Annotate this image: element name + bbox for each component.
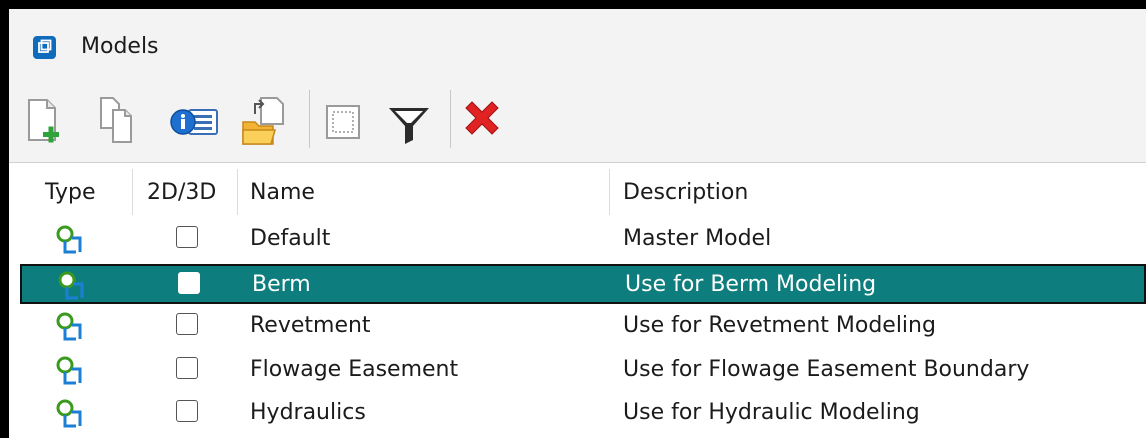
- column-header-type[interactable]: Type: [45, 179, 96, 207]
- models-app-icon: [33, 36, 56, 59]
- model-row[interactable]: Default Master Model: [9, 220, 1146, 260]
- model-type-icon: [56, 356, 82, 385]
- window-title: Models: [81, 34, 159, 59]
- select-button[interactable]: [319, 88, 371, 152]
- model-row[interactable]: Flowage Easement Use for Flowage Easemen…: [9, 351, 1146, 391]
- model-name: Default: [250, 226, 331, 251]
- copy-pages-icon: [100, 97, 132, 143]
- column-header-2d3d[interactable]: 2D/3D: [147, 179, 216, 207]
- model-name: Hydraulics: [250, 400, 366, 425]
- model-type-icon: [56, 399, 82, 428]
- 2d3d-checkbox[interactable]: [176, 313, 198, 335]
- new-page-plus-icon: [28, 99, 59, 143]
- import-button[interactable]: [237, 88, 289, 152]
- model-row[interactable]: Hydraulics Use for Hydraulic Modeling: [9, 394, 1146, 434]
- column-header-description[interactable]: Description: [623, 179, 748, 207]
- filter-button[interactable]: [383, 88, 435, 152]
- red-x-icon: [465, 101, 499, 135]
- toolbar-separator: [309, 90, 310, 148]
- 2d3d-checkbox[interactable]: [176, 400, 198, 422]
- properties-button[interactable]: [167, 88, 219, 152]
- model-row[interactable]: Revetment Use for Revetment Modeling: [9, 307, 1146, 347]
- funnel-icon: [389, 108, 429, 144]
- info-list-icon: [170, 109, 218, 135]
- model-name: Revetment: [250, 313, 371, 338]
- model-description: Use for Hydraulic Modeling: [623, 400, 920, 425]
- column-divider[interactable]: [132, 169, 133, 215]
- model-description: Use for Berm Modeling: [625, 272, 877, 297]
- 2d3d-checkbox[interactable]: [176, 357, 198, 379]
- model-description: Use for Flowage Easement Boundary: [623, 357, 1030, 382]
- model-description: Use for Revetment Modeling: [623, 313, 936, 338]
- model-type-icon: [56, 225, 82, 254]
- models-dialog: Models Type 2D/3D Name Description Defau…: [9, 9, 1146, 438]
- title-bar: Models: [9, 9, 1146, 82]
- model-name: Flowage Easement: [250, 357, 459, 382]
- folder-import-icon: [242, 97, 284, 145]
- delete-button[interactable]: [458, 88, 510, 152]
- copy-model-button[interactable]: [95, 88, 147, 152]
- table-header: Type 2D/3D Name Description: [9, 163, 1146, 219]
- create-model-button[interactable]: [19, 88, 71, 152]
- model-type-icon: [58, 271, 84, 300]
- model-name: Berm: [252, 272, 311, 297]
- 2d3d-checkbox[interactable]: [178, 272, 200, 294]
- model-description: Master Model: [623, 226, 772, 251]
- model-row-selected[interactable]: Berm Use for Berm Modeling: [20, 264, 1146, 304]
- 2d3d-checkbox[interactable]: [176, 226, 198, 248]
- selection-rect-icon: [326, 105, 360, 139]
- column-divider[interactable]: [237, 169, 238, 215]
- model-type-icon: [56, 312, 82, 341]
- toolbar-separator: [450, 90, 451, 148]
- toolbar: [9, 82, 1146, 163]
- column-divider[interactable]: [609, 169, 610, 215]
- column-header-name[interactable]: Name: [250, 179, 315, 207]
